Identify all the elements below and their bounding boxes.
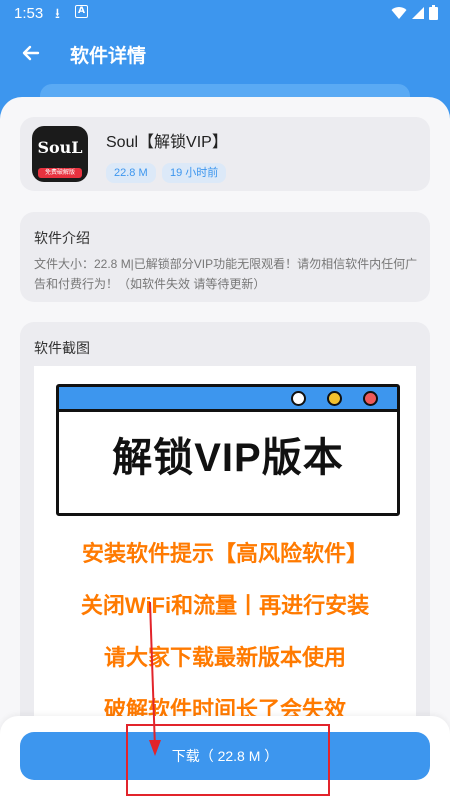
back-arrow-icon[interactable] [18,40,44,66]
promo-line: 安装软件提示【高风险软件】 [81,541,368,566]
banner-window: 解锁VIP版本 [56,384,400,516]
app-icon-text: SouL [37,138,83,157]
intro-title: 软件介绍 [34,230,90,246]
signal-icon [412,6,424,19]
promo-line: 请大家下载最新版本使用 [103,645,346,670]
top-app-bar: 软件详情 [0,30,450,78]
status-icons [391,5,438,20]
app-info-card: SouL 免费破解版 Soul【解锁VIP】 22.8 M 19 小时前 [20,117,430,191]
screenshots-title: 软件截图 [34,340,90,356]
app-notification-icon: A [75,5,88,18]
size-badge: 22.8 M [106,163,156,183]
window-dot-icon [327,391,342,406]
wifi-icon [391,6,407,19]
intro-card: 软件介绍 文件大小：22.8 M|已解锁部分VIP功能无限观看！请勿相信软件内任… [20,212,430,302]
status-bar: 1:53 ⭳ A [0,0,450,26]
battery-icon [429,5,438,20]
intro-text: 文件大小：22.8 M|已解锁部分VIP功能无限观看！请勿相信软件内任何广告和付… [34,257,418,291]
app-icon-tag: 免费破解版 [38,168,82,178]
download-notification-icon: ⭳ [55,6,60,22]
updated-time-badge: 19 小时前 [162,163,227,183]
screenshots-card: 软件截图 解锁VIP版本 安装软件提示【高风险软件】 关闭WiFi和流量丨再进行… [20,322,430,782]
page-title: 软件详情 [70,46,147,67]
app-icon: SouL 免费破解版 [32,126,88,182]
window-dot-icon [363,391,378,406]
status-time: 1:53 [14,5,44,22]
app-name: Soul【解锁VIP】 [106,134,228,151]
promo-line: 关闭WiFi和流量丨再进行安装 [80,593,370,618]
banner-text: 解锁VIP版本 [112,436,344,480]
banner-window-bar [59,387,397,412]
annotation-highlight-box [126,724,330,796]
window-dot-icon [291,391,306,406]
